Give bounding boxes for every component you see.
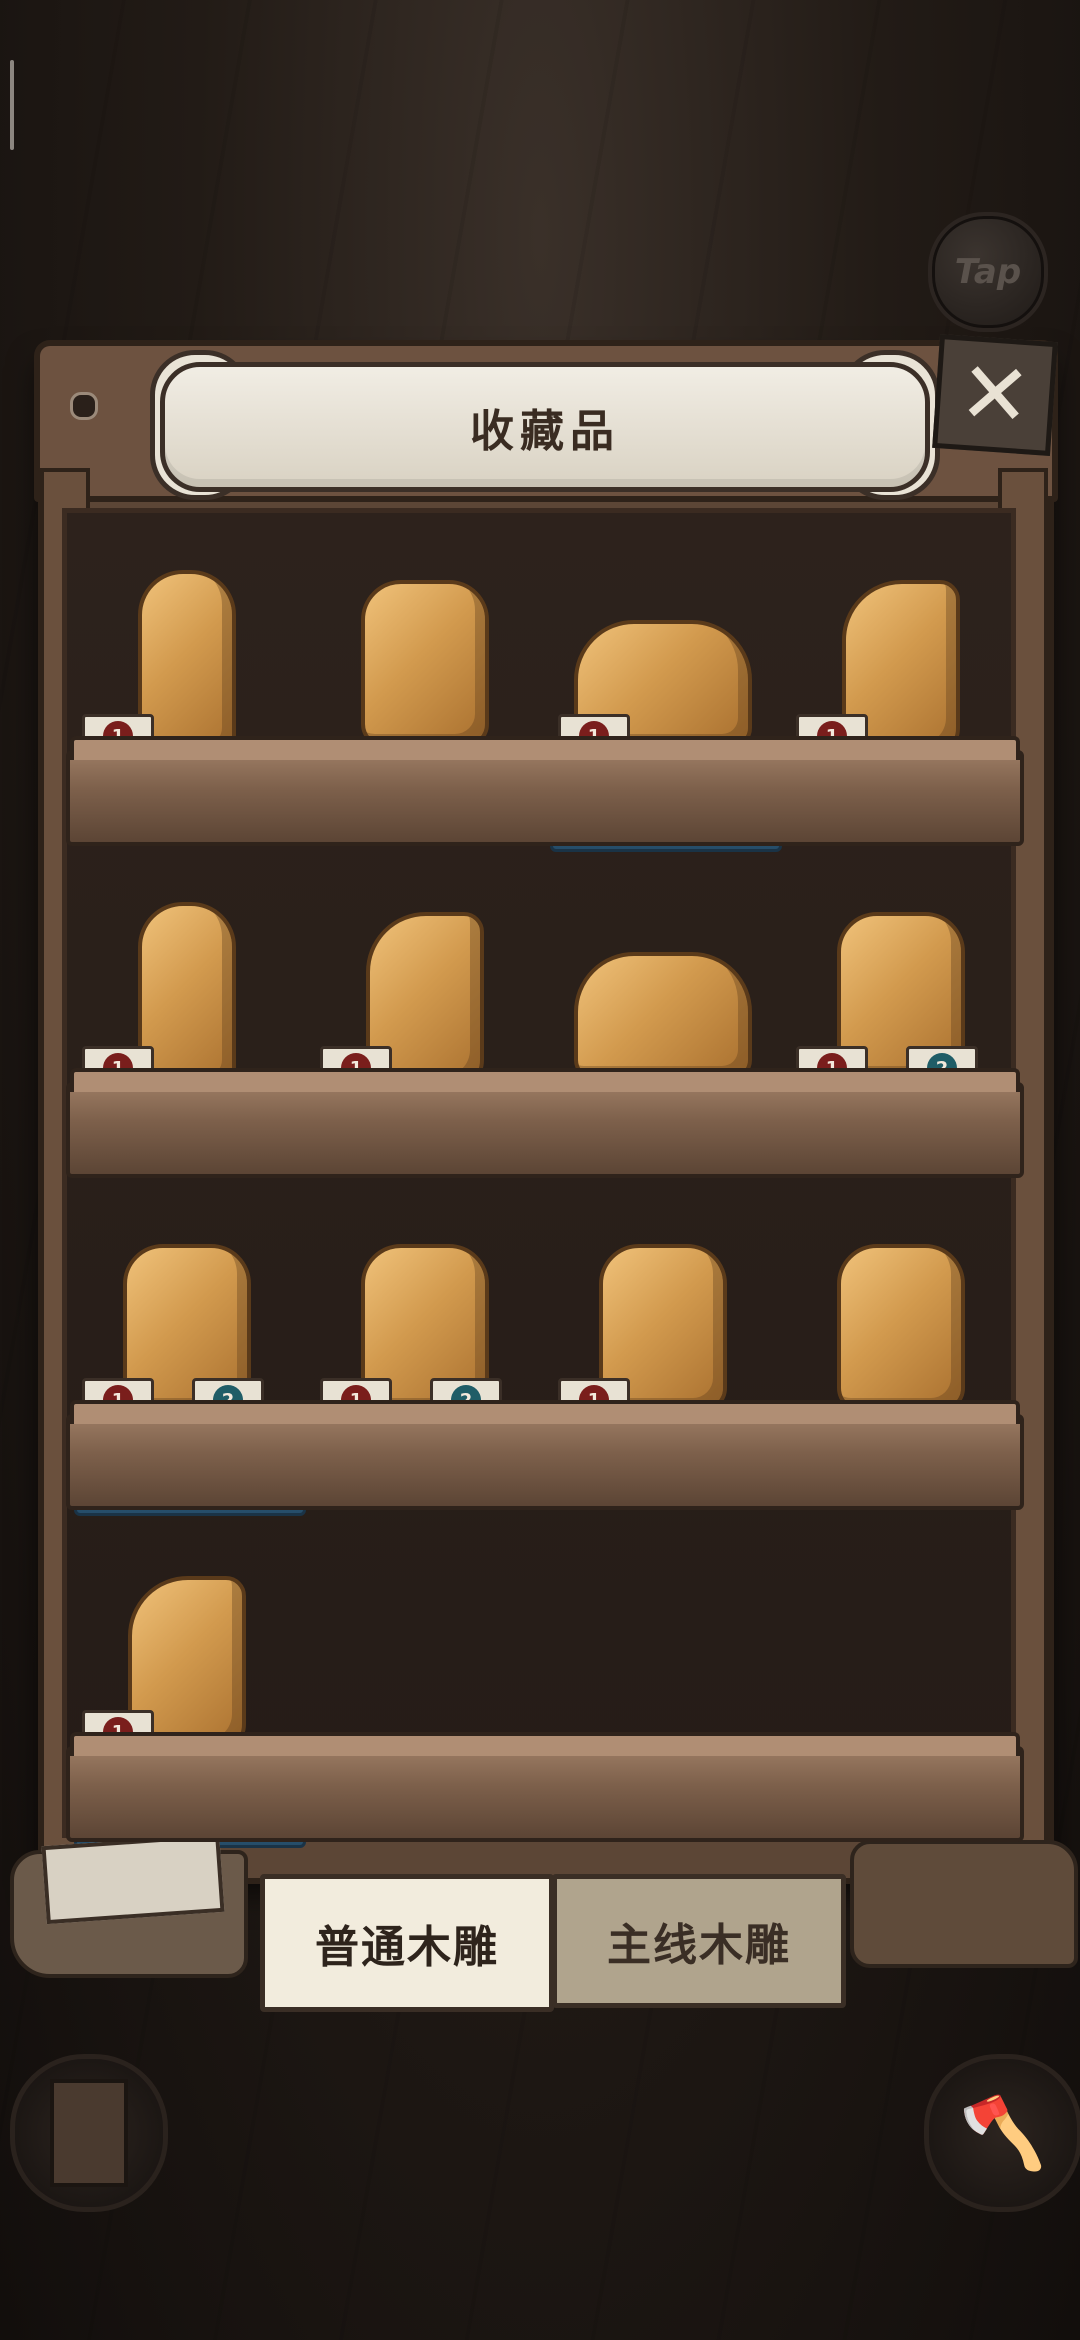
close-button[interactable]: ✕: [932, 334, 1058, 456]
wood-carving-figure: [837, 1244, 965, 1412]
tap-label: Tap: [954, 252, 1022, 292]
shelf-board: [66, 1068, 1024, 1178]
door-icon: [50, 2079, 128, 2187]
tab-normal-carvings[interactable]: 普通木雕: [260, 1874, 554, 2012]
paper-decoration-left: [10, 1850, 248, 1978]
close-icon: ✕: [955, 342, 1035, 448]
page-title: 收藏品: [470, 406, 620, 457]
tab-main-carvings-label: 主线木雕: [607, 1920, 791, 1971]
axe-icon: 🪓: [959, 2091, 1047, 2174]
shelf-board: [66, 1732, 1024, 1842]
rock-decoration-right: [850, 1840, 1078, 1968]
tab-main-carvings[interactable]: 主线木雕: [552, 1874, 846, 2008]
exit-door-button[interactable]: [10, 2054, 168, 2212]
title-banner: 收藏品: [160, 362, 930, 492]
nail-icon: [70, 392, 98, 420]
shelf-board: [66, 736, 1024, 846]
tap-button[interactable]: Tap: [928, 212, 1048, 332]
wood-carving-figure: [574, 952, 752, 1080]
wood-carving-figure: [361, 580, 489, 748]
shelf-board: [66, 1400, 1024, 1510]
axe-button[interactable]: 🪓: [924, 2054, 1080, 2212]
status-indicator: [10, 60, 14, 150]
tab-normal-carvings-label: 普通木雕: [315, 1922, 499, 1973]
